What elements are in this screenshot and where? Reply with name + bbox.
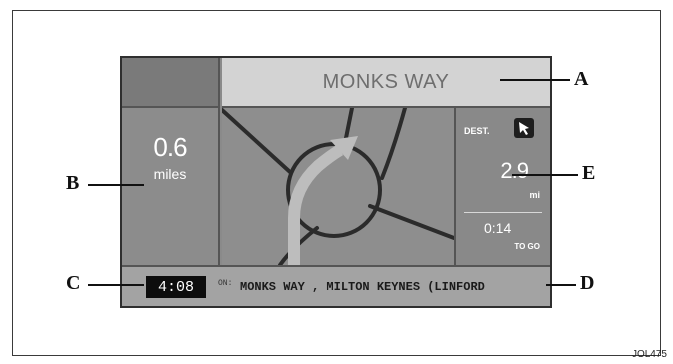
figure-code: JOL475 [631,349,667,360]
callout-line-a [500,79,570,81]
dest-distance-value: 2.9 [500,158,529,183]
status-bar: 4:08 ON: MONKS WAY , MILTON KEYNES (LINF… [122,265,550,306]
turn-distance-value: 0.6 [153,132,187,162]
callout-b: B [66,172,80,194]
current-road: MONKS WAY , MILTON KEYNES (LINFORD [240,280,485,294]
callout-c: C [66,272,81,294]
time-to-go-value: 0:14 [484,220,512,236]
on-label: ON: [218,279,233,288]
callout-line-b [88,184,144,186]
road-northwest [220,108,292,174]
dest-distance-unit: mi [529,190,540,200]
street-name-bar: MONKS WAY [222,58,550,108]
road-east [368,204,456,240]
junction-map [220,106,456,267]
callout-e: E [582,162,596,184]
road-northeast [380,106,407,180]
panel-divider [464,212,542,213]
next-turn-panel: 0.6 miles [122,108,220,265]
street-name: MONKS WAY [322,70,450,93]
callout-d: D [580,272,595,294]
dest-label: DEST. [464,126,490,136]
callout-a: A [574,68,589,90]
time-to-go-label: TO GO [514,242,540,251]
callout-line-e [512,174,578,176]
callout-line-c [88,284,144,286]
turn-distance-unit: miles [153,166,187,182]
navigation-screen: MONKS WAY 0.6 miles DEST. 2.9 mi 0:14 TO… [120,56,552,308]
arrow-pointer-icon [514,118,534,138]
route-path [288,144,344,265]
roundabout-map [220,106,456,267]
corner-block [122,58,220,108]
destination-panel: DEST. 2.9 mi 0:14 TO GO [454,108,550,265]
callout-line-d [546,284,576,286]
clock: 4:08 [146,276,206,298]
